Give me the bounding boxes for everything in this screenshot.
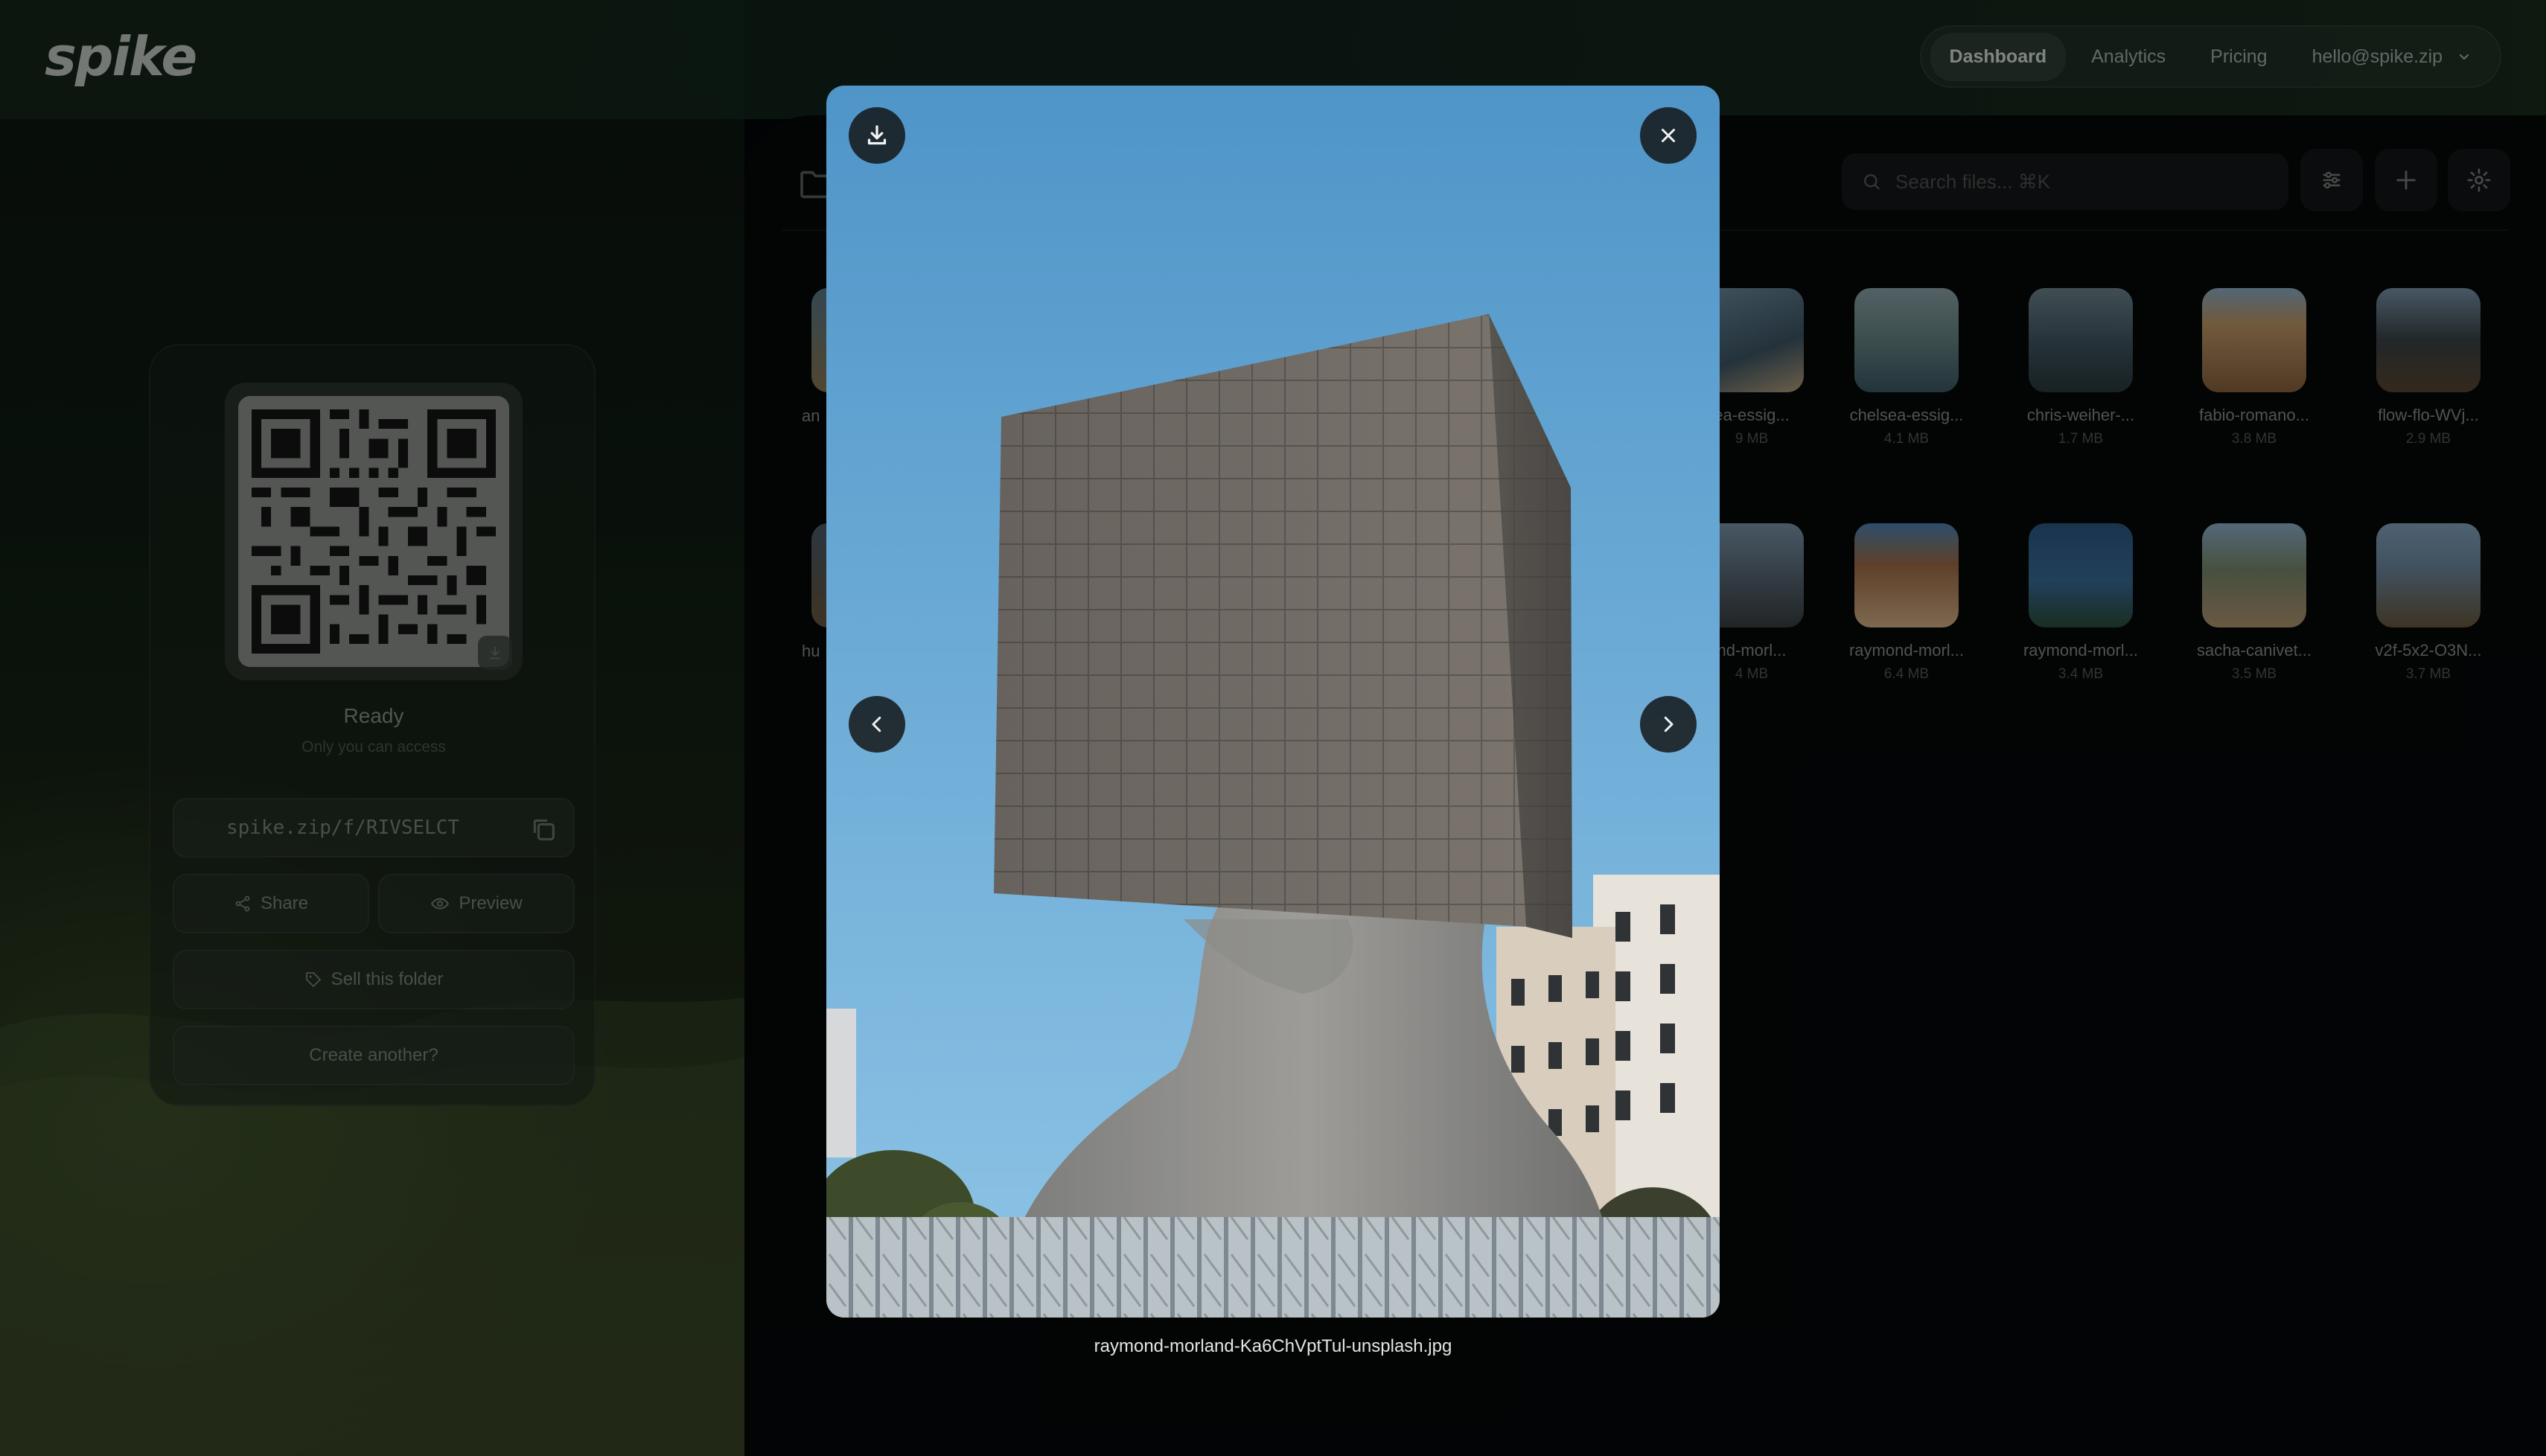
next-image-button[interactable] [1640, 696, 1697, 753]
close-icon [1662, 129, 1675, 142]
download-icon [867, 125, 887, 145]
preview-image [826, 86, 1720, 1318]
image-viewer [826, 86, 1720, 1318]
close-button[interactable] [1640, 107, 1697, 164]
image-filename-caption: raymond-morland-Ka6ChVptTul-unsplash.jpg [1094, 1336, 1452, 1356]
download-button[interactable] [849, 107, 905, 164]
previous-image-button[interactable] [849, 696, 905, 753]
chevron-left-icon [872, 716, 881, 732]
chevron-right-icon [1664, 716, 1674, 732]
